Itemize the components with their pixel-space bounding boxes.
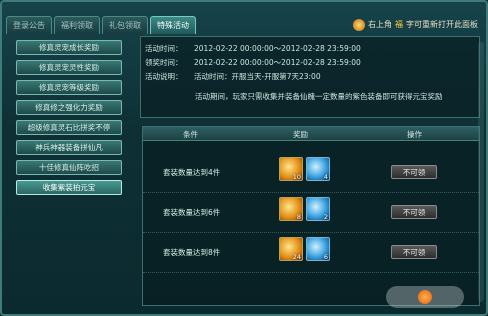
blue-scroll-icon[interactable]: 2 [306, 197, 330, 221]
activity-panel: 登录公告 福利领取 礼包领取 特殊活动 右上角福字可重新打开此面板 修真灵宠成长… [0, 0, 488, 316]
sidebar-item-pet-level[interactable]: 修真灵宠等级奖励 [16, 80, 122, 95]
claim-button[interactable]: 不可领 [391, 165, 437, 179]
tab-gift-pack[interactable]: 礼包领取 [102, 16, 148, 34]
blue-scroll-icon[interactable]: 4 [306, 157, 330, 181]
sidebar-item-pet-growth[interactable]: 修真灵宠成长奖励 [16, 40, 122, 55]
row-condition: 套装数量达到4件 [163, 168, 221, 177]
event-note-label: 活动说明： [145, 72, 183, 81]
reopen-hint: 右上角福字可重新打开此面板 [353, 17, 478, 33]
hint-prefix: 右上角 [368, 20, 392, 29]
table-row: 套装数量达到4件 10 4 不可领 [143, 153, 479, 193]
event-note-row: 活动说明： 活动时间：开服当天-开服第7天23:00 [145, 71, 321, 82]
claim-button[interactable]: 不可领 [391, 205, 437, 219]
row-condition: 套装数量达到8件 [163, 248, 221, 257]
header-reward: 奖励 [293, 130, 308, 139]
header-condition: 条件 [183, 130, 198, 139]
hint-key: 福 [395, 20, 403, 29]
tab-bar: 登录公告 福利领取 礼包领取 特殊活动 [6, 16, 196, 34]
tab-welfare[interactable]: 福利领取 [54, 16, 100, 34]
gold-count: 10 [292, 173, 301, 181]
hint-suffix: 字可重新打开此面板 [406, 20, 478, 29]
event-time-row: 活动时间： 2012-02-22 00:00:00～2012-02-28 23:5… [145, 43, 361, 54]
claim-time-row: 领奖时间： 2012-02-22 00:00:00～2012-02-28 23:5… [145, 57, 361, 68]
reward-table: 条件 奖励 操作 套装数量达到4件 10 4 不可领 套装数量达到6件 8 2 … [142, 126, 480, 306]
gold-count: 8 [296, 213, 301, 221]
sidebar-item-pet-spirit[interactable]: 修真灵宠灵性奖励 [16, 60, 122, 75]
sidebar-item-enhance[interactable]: 修真修之强化力奖励 [16, 100, 122, 115]
claim-time-value: 2012-02-22 00:00:00～2012-02-28 23:59:00 [194, 58, 361, 67]
sidebar-item-divine-weapon[interactable]: 神兵神器装备拼仙凡 [16, 140, 122, 155]
event-info-box: 活动时间： 2012-02-22 00:00:00～2012-02-28 23:5… [140, 36, 480, 118]
tab-announcement[interactable]: 登录公告 [6, 16, 52, 34]
blue-count: 6 [323, 253, 328, 261]
claim-button[interactable]: 不可领 [391, 245, 437, 259]
table-row: 套装数量达到6件 8 2 不可领 [143, 193, 479, 233]
panel-scrollbar[interactable] [478, 42, 484, 302]
blue-count: 4 [323, 173, 328, 181]
event-description: 活动期间，玩家只需收集并装备仙魄一定数量的紫色装备即可获得元宝奖励 [195, 92, 443, 101]
blue-count: 2 [323, 213, 328, 221]
gold-ingot-icon[interactable]: 8 [279, 197, 303, 221]
fortune-icon [353, 19, 365, 31]
sidebar-item-spirit-stone[interactable]: 超级修真灵石比拼奖不停 [16, 120, 122, 135]
table-row: 套装数量达到8件 24 6 不可领 [143, 233, 479, 273]
tab-special-event[interactable]: 特殊活动 [150, 16, 196, 34]
header-action: 操作 [407, 130, 422, 139]
gold-count: 24 [292, 253, 301, 261]
claim-time-label: 领奖时间： [145, 58, 183, 67]
row-condition: 套装数量达到6件 [163, 208, 221, 217]
table-header: 条件 奖励 操作 [143, 127, 479, 141]
sidebar-item-top-ten[interactable]: 十佳修真仙阵吃招 [16, 160, 122, 175]
event-sidebar: 修真灵宠成长奖励 修真灵宠灵性奖励 修真灵宠等级奖励 修真修之强化力奖励 超级修… [10, 40, 128, 200]
event-time-label: 活动时间： [145, 44, 183, 53]
watermark-logo [386, 286, 464, 308]
gold-ingot-icon[interactable]: 10 [279, 157, 303, 181]
logo-icon [418, 290, 432, 304]
event-time-value: 2012-02-22 00:00:00～2012-02-28 23:59:00 [194, 44, 361, 53]
blue-scroll-icon[interactable]: 6 [306, 237, 330, 261]
gold-ingot-icon[interactable]: 24 [279, 237, 303, 261]
sidebar-item-collect-purple[interactable]: 收集紫装拍元宝 [16, 180, 122, 195]
event-note-value: 活动时间：开服当天-开服第7天23:00 [194, 72, 321, 81]
